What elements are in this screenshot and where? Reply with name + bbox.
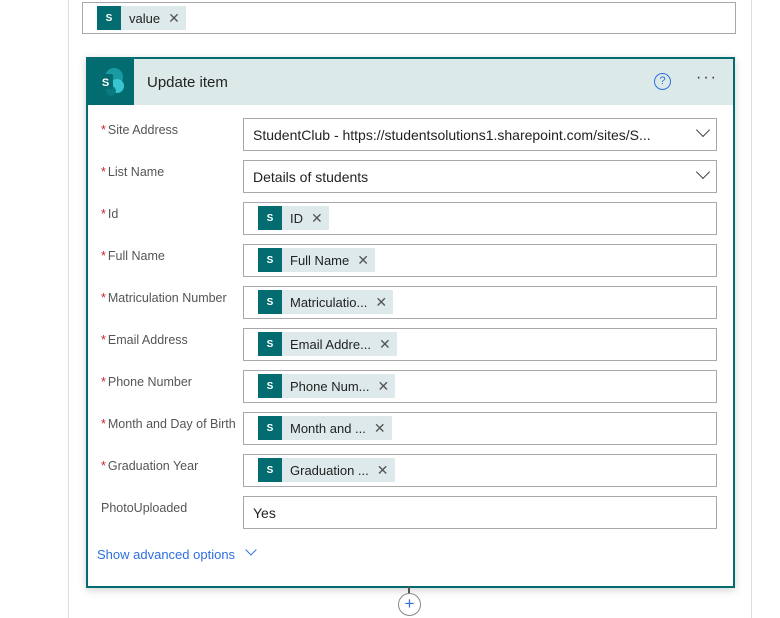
- label-text: Site Address: [107, 123, 179, 137]
- required-marker: *: [101, 375, 106, 389]
- required-marker: *: [101, 417, 106, 431]
- field-matriculation-number[interactable]: S Matriculatio... ✕: [243, 286, 717, 319]
- sharepoint-icon: S: [258, 248, 282, 272]
- show-advanced-options-link[interactable]: Show advanced options: [97, 547, 235, 562]
- required-marker: *: [101, 249, 106, 263]
- dynamic-token[interactable]: S Phone Num... ✕: [258, 374, 396, 398]
- field-value: StudentClub - https://studentsolutions1.…: [253, 127, 651, 143]
- remove-token-icon[interactable]: ✕: [378, 378, 390, 395]
- label-text: Matriculation Number: [107, 291, 227, 305]
- required-marker: *: [101, 459, 106, 473]
- chevron-down-icon[interactable]: [695, 122, 711, 138]
- label-email-address: * Email Address: [101, 333, 241, 348]
- dynamic-token-value[interactable]: S value ✕: [97, 6, 186, 30]
- label-text: Email Address: [107, 333, 188, 347]
- remove-token-icon[interactable]: ✕: [374, 420, 386, 437]
- help-icon[interactable]: ?: [654, 73, 671, 90]
- svg-text:S: S: [102, 77, 109, 89]
- token-label: Matriculatio...: [290, 294, 368, 310]
- required-marker: *: [101, 333, 106, 347]
- remove-token-icon[interactable]: ✕: [311, 210, 323, 227]
- token-label: Full Name: [290, 252, 350, 268]
- label-text: PhotoUploaded: [101, 501, 188, 515]
- label-id: * Id: [101, 207, 241, 222]
- sharepoint-icon: S: [258, 416, 282, 440]
- sharepoint-icon: S: [88, 59, 134, 105]
- more-options-icon[interactable]: ···: [696, 69, 718, 87]
- field-phone-number[interactable]: S Phone Num... ✕: [243, 370, 717, 403]
- field-email-address[interactable]: S Email Addre... ✕: [243, 328, 717, 361]
- required-marker: *: [101, 123, 106, 137]
- token-label: Email Addre...: [290, 336, 371, 352]
- label-full-name: * Full Name: [101, 249, 241, 264]
- token-label: Phone Num...: [290, 378, 370, 394]
- field-full-name[interactable]: S Full Name ✕: [243, 244, 717, 277]
- dynamic-token[interactable]: S Full Name ✕: [258, 248, 375, 272]
- required-marker: *: [101, 291, 106, 305]
- label-text: Id: [107, 207, 119, 221]
- remove-token-icon[interactable]: ✕: [377, 462, 389, 479]
- dynamic-token[interactable]: S Month and ... ✕: [258, 416, 392, 440]
- label-phone-number: * Phone Number: [101, 375, 241, 390]
- sharepoint-icon: S: [258, 332, 282, 356]
- label-month-and-day-of-birth: * Month and Day of Birth: [101, 417, 241, 432]
- label-text: Phone Number: [107, 375, 192, 389]
- update-item-card: S Update item ? ··· * Site Address Student…: [86, 57, 735, 588]
- field-id[interactable]: S ID ✕: [243, 202, 717, 235]
- field-list-name[interactable]: Details of students: [243, 160, 717, 193]
- remove-token-icon[interactable]: ✕: [168, 10, 180, 27]
- label-graduation-year: * Graduation Year: [101, 459, 241, 474]
- label-site-address: * Site Address: [101, 123, 241, 138]
- sharepoint-icon: S: [258, 374, 282, 398]
- token-label: Graduation ...: [290, 462, 369, 478]
- sharepoint-icon: S: [258, 206, 282, 230]
- required-marker: *: [101, 207, 106, 221]
- remove-token-icon[interactable]: ✕: [357, 252, 369, 269]
- label-photouploaded: PhotoUploaded: [101, 501, 241, 516]
- label-list-name: * List Name: [101, 165, 241, 180]
- field-value: Yes: [253, 505, 276, 521]
- label-text: Full Name: [107, 249, 165, 263]
- previous-step-input[interactable]: S value ✕: [82, 2, 736, 34]
- field-photouploaded[interactable]: Yes: [243, 496, 717, 529]
- label-text: Graduation Year: [107, 459, 199, 473]
- token-label: ID: [290, 210, 303, 226]
- label-matriculation-number: * Matriculation Number: [101, 291, 241, 306]
- field-month-and-day-of-birth[interactable]: S Month and ... ✕: [243, 412, 717, 445]
- remove-token-icon[interactable]: ✕: [379, 336, 391, 353]
- sharepoint-icon: S: [97, 6, 121, 30]
- remove-token-icon[interactable]: ✕: [375, 294, 387, 311]
- required-marker: *: [101, 165, 106, 179]
- label-text: Month and Day of Birth: [107, 417, 236, 431]
- field-graduation-year[interactable]: S Graduation ... ✕: [243, 454, 717, 487]
- chevron-down-icon[interactable]: [695, 164, 711, 180]
- sharepoint-icon: S: [258, 458, 282, 482]
- dynamic-token[interactable]: S Email Addre... ✕: [258, 332, 397, 356]
- field-value: Details of students: [253, 169, 369, 185]
- dynamic-token[interactable]: S Graduation ... ✕: [258, 458, 395, 482]
- token-label: Month and ...: [290, 420, 366, 436]
- dynamic-token[interactable]: S Matriculatio... ✕: [258, 290, 394, 314]
- label-text: List Name: [107, 165, 165, 179]
- card-header[interactable]: S Update item ? ···: [88, 59, 733, 105]
- token-label: value: [129, 10, 161, 26]
- sharepoint-icon: S: [258, 290, 282, 314]
- dynamic-token[interactable]: S ID ✕: [258, 206, 329, 230]
- field-site-address[interactable]: StudentClub - https://studentsolutions1.…: [243, 118, 717, 151]
- chevron-down-icon[interactable]: [245, 544, 257, 556]
- card-title: Update item: [147, 74, 228, 91]
